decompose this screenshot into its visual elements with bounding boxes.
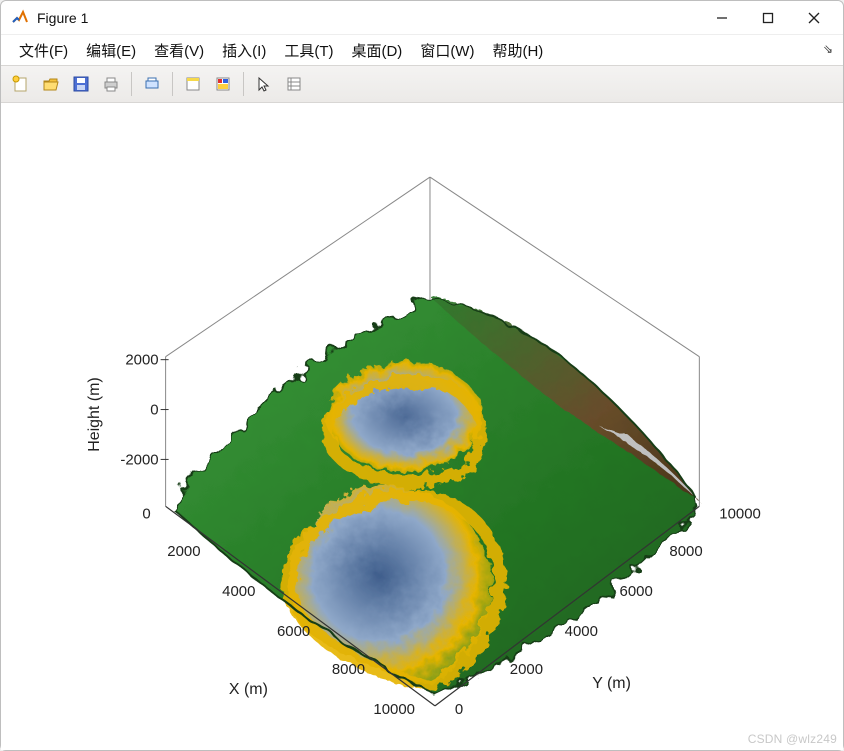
- menubar-overflow-icon[interactable]: ⇘: [823, 42, 833, 56]
- print-button[interactable]: [97, 70, 125, 98]
- x-tick-label: 10000: [373, 701, 415, 718]
- watermark-text: CSDN @wlz249: [748, 732, 837, 746]
- y-tick-label: 0: [455, 701, 463, 718]
- menu-insert[interactable]: 插入(I): [214, 38, 274, 63]
- x-tick-label: 8000: [332, 661, 365, 678]
- toolbar-separator: [131, 72, 132, 96]
- z-axis-label: Height (m): [86, 377, 103, 451]
- toolbar-separator: [172, 72, 173, 96]
- close-button[interactable]: [791, 2, 837, 34]
- z-tick-label: 0: [150, 402, 158, 419]
- menu-help[interactable]: 帮助(H): [484, 38, 551, 63]
- new-figure-button[interactable]: [7, 70, 35, 98]
- x-axis-label: X (m): [229, 681, 268, 698]
- x-tick-label: 0: [142, 505, 150, 522]
- y-tick-label: 8000: [669, 543, 702, 560]
- open-button[interactable]: [37, 70, 65, 98]
- property-inspector-button[interactable]: [280, 70, 308, 98]
- menu-desktop[interactable]: 桌面(D): [343, 38, 410, 63]
- y-axis-label: Y (m): [592, 675, 631, 692]
- surface-plot[interactable]: 2000 0 -2000 Height (m) 0 2000 4000 6000…: [1, 103, 843, 750]
- menu-tools[interactable]: 工具(T): [276, 38, 341, 63]
- menu-view[interactable]: 查看(V): [146, 38, 212, 63]
- pointer-button[interactable]: [250, 70, 278, 98]
- menu-window[interactable]: 窗口(W): [412, 38, 482, 63]
- axes-3d[interactable]: 2000 0 -2000 Height (m) 0 2000 4000 6000…: [1, 103, 843, 750]
- x-tick-label: 4000: [222, 583, 255, 600]
- maximize-button[interactable]: [745, 2, 791, 34]
- titlebar: Figure 1: [1, 1, 843, 35]
- link-plot-button[interactable]: [179, 70, 207, 98]
- figure-window: Figure 1 文件(F) 编辑(E) 查看(V) 插入(I) 工具(T) 桌…: [0, 0, 844, 751]
- toolbar: [1, 65, 843, 103]
- menu-file[interactable]: 文件(F): [11, 38, 76, 63]
- menubar: 文件(F) 编辑(E) 查看(V) 插入(I) 工具(T) 桌面(D) 窗口(W…: [1, 35, 843, 65]
- y-tick-label: 10000: [719, 505, 761, 522]
- y-tick-label: 4000: [565, 623, 598, 640]
- colorbar-button[interactable]: [209, 70, 237, 98]
- z-tick-label: -2000: [120, 451, 158, 468]
- menu-edit[interactable]: 编辑(E): [78, 38, 144, 63]
- y-tick-label: 6000: [620, 583, 653, 600]
- z-tick-label: 2000: [125, 352, 158, 369]
- matlab-icon: [11, 9, 29, 27]
- save-button[interactable]: [67, 70, 95, 98]
- window-title: Figure 1: [37, 10, 88, 26]
- y-tick-label: 2000: [510, 661, 543, 678]
- x-tick-label: 2000: [167, 543, 200, 560]
- x-tick-label: 6000: [277, 623, 310, 640]
- toolbar-separator: [243, 72, 244, 96]
- minimize-button[interactable]: [699, 2, 745, 34]
- print-preview-button[interactable]: [138, 70, 166, 98]
